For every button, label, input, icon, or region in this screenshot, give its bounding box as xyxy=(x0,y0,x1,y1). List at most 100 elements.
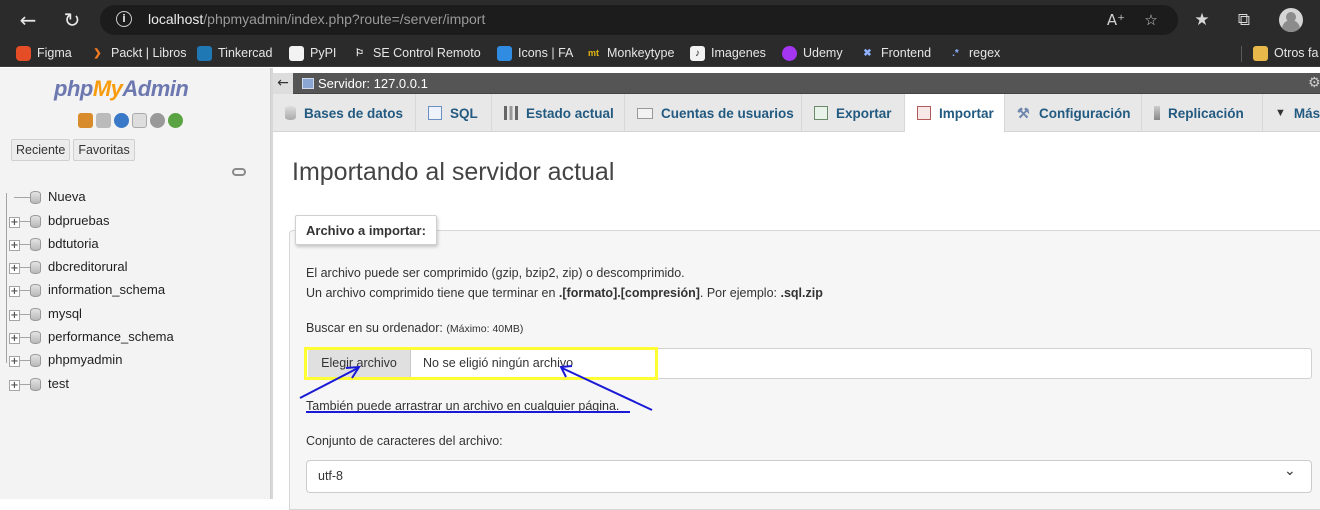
new-database-icon xyxy=(30,191,41,204)
udemy-icon xyxy=(782,45,797,61)
back-arrow-icon[interactable]: ← xyxy=(16,8,40,32)
pypi-icon xyxy=(289,45,304,61)
add-favorite-icon[interactable]: ☆ xyxy=(1140,10,1162,30)
highlight-box xyxy=(304,347,658,380)
wrench-icon: ⚒ xyxy=(1017,105,1030,121)
server-icon xyxy=(302,78,314,89)
expand-icon[interactable]: + xyxy=(9,355,20,367)
settings-gear-icon[interactable] xyxy=(150,113,165,128)
link-chain-icon[interactable] xyxy=(232,168,246,176)
compression-info: El archivo puede ser comprimido (gzip, b… xyxy=(306,266,685,280)
url-text[interactable]: localhost/phpmyadmin/index.php?route=/se… xyxy=(148,11,485,27)
bookmark-packt[interactable]: ❯ Packt | Libros xyxy=(90,44,186,62)
figma-icon xyxy=(16,45,31,61)
bookmark-pypi[interactable]: PyPI xyxy=(289,44,336,62)
monkeytype-icon: mt xyxy=(588,47,599,58)
max-size-note: (Máximo: 40MB) xyxy=(446,323,524,335)
expand-icon[interactable]: + xyxy=(9,285,20,297)
regex-icon: .* xyxy=(952,47,959,59)
refresh-icon[interactable] xyxy=(168,113,183,128)
tinkercad-icon xyxy=(197,45,212,61)
server-tabs: Bases de datos SQL Estado actual Cuentas… xyxy=(273,94,1320,133)
bookmark-udemy[interactable]: Udemy xyxy=(782,44,843,62)
home-icon[interactable] xyxy=(78,113,93,128)
collapse-nav-icon[interactable]: ← xyxy=(273,73,293,94)
charset-select[interactable] xyxy=(306,460,1312,493)
database-icon xyxy=(30,308,41,321)
profile-avatar[interactable] xyxy=(1279,8,1303,32)
favorites-button[interactable]: Favoritas xyxy=(73,139,135,161)
server-breadcrumb[interactable]: Servidor: 127.0.0.1 xyxy=(302,76,428,91)
bookmark-monkeytype[interactable]: mt Monkeytype xyxy=(586,44,674,62)
browse-label: Buscar en su ordenador: (Máximo: 40MB) xyxy=(306,321,524,335)
bookmark-se-control[interactable]: ⚐ SE Control Remoto xyxy=(352,44,481,62)
server-breadcrumb-bar xyxy=(273,73,1320,94)
tab-sql[interactable]: SQL xyxy=(416,94,492,132)
bookmark-tinkercad[interactable]: Tinkercad xyxy=(197,44,272,62)
database-icon xyxy=(30,378,41,391)
bookmark-imagenes[interactable]: ♪ Imagenes xyxy=(690,44,766,62)
tab-replication[interactable]: Replicación xyxy=(1142,94,1263,132)
docs-icon[interactable] xyxy=(132,113,147,128)
page-title: Importando al servidor actual xyxy=(292,158,615,186)
recent-button[interactable]: Reciente xyxy=(11,139,71,161)
fieldset-legend: Archivo a importar: xyxy=(295,215,437,245)
phpmyadmin-logo[interactable]: phpMyAdmin xyxy=(54,76,189,102)
page-settings-icon[interactable]: ⚙ xyxy=(1308,75,1320,91)
charset-label: Conjunto de caracteres del archivo: xyxy=(306,434,503,448)
drag-drop-hint: También puede arrastrar un archivo en cu… xyxy=(306,399,620,413)
bookmark-frontend[interactable]: ✖ Frontend xyxy=(860,44,931,62)
expand-icon[interactable]: + xyxy=(9,309,20,321)
tab-user-accounts[interactable]: Cuentas de usuarios xyxy=(625,94,802,132)
bookmarks-bar: Figma ❯ Packt | Libros Tinkercad PyPI ⚐ SE… xyxy=(0,40,1320,67)
tab-status[interactable]: Estado actual xyxy=(492,94,625,132)
sql-icon xyxy=(428,106,442,120)
help-icon[interactable] xyxy=(114,113,129,128)
info-icon[interactable]: i xyxy=(116,11,132,27)
chevron-down-icon: ⌄ xyxy=(1284,463,1296,479)
nav-resizer[interactable] xyxy=(271,68,273,499)
bookmark-figma[interactable]: Figma xyxy=(16,44,72,62)
database-icon xyxy=(30,354,41,367)
export-icon xyxy=(814,106,828,120)
pma-navigation: phpMyAdmin Reciente Favoritas Nueva + bdp… xyxy=(0,68,271,499)
expand-icon[interactable]: + xyxy=(9,332,20,344)
favorites-icon[interactable]: ★ xyxy=(1190,9,1214,31)
expand-icon[interactable]: + xyxy=(9,239,20,251)
expand-icon[interactable]: + xyxy=(9,262,20,274)
import-icon xyxy=(917,106,931,120)
database-icon xyxy=(30,215,41,228)
replication-icon xyxy=(1154,106,1160,120)
address-bar[interactable]: i localhost/phpmyadmin/index.php?route=/… xyxy=(100,5,1178,35)
expand-icon[interactable]: + xyxy=(9,379,20,391)
database-icon xyxy=(30,331,41,344)
nav-quick-icons xyxy=(78,113,183,128)
packt-icon: ❯ xyxy=(93,47,102,59)
browser-toolbar: ← ↻ i localhost/phpmyadmin/index.php?rou… xyxy=(0,0,1320,40)
read-aloud-icon[interactable]: A⁺ xyxy=(1105,10,1127,30)
tab-databases[interactable]: Bases de datos xyxy=(273,94,416,132)
tree-line xyxy=(6,193,7,363)
tab-settings[interactable]: ⚒ Configuración xyxy=(1005,94,1142,132)
compression-example: Un archivo comprimido tiene que terminar… xyxy=(306,286,823,300)
collections-icon[interactable]: ⧉ xyxy=(1232,9,1256,31)
logout-icon[interactable] xyxy=(96,113,111,128)
images-icon: ♪ xyxy=(690,45,705,61)
database-icon xyxy=(30,284,41,297)
tab-more[interactable]: ▼ Más xyxy=(1263,94,1320,132)
users-icon xyxy=(637,107,653,119)
expand-icon[interactable]: + xyxy=(9,216,20,228)
se-icon: ⚐ xyxy=(355,47,364,59)
database-icon xyxy=(285,106,296,120)
bookmark-regex[interactable]: .* regex xyxy=(948,44,1000,62)
status-icon xyxy=(504,106,518,120)
tab-export[interactable]: Exportar xyxy=(802,94,905,132)
bookmarks-separator xyxy=(1241,46,1242,62)
bookmark-other-folder[interactable]: Otros fa xyxy=(1253,44,1318,62)
database-icon xyxy=(30,261,41,274)
reload-icon[interactable]: ↻ xyxy=(60,8,84,32)
database-icon xyxy=(30,238,41,251)
bookmark-icons-fa[interactable]: Icons | FA xyxy=(497,44,573,62)
chevron-down-icon: ▼ xyxy=(1275,107,1286,119)
tab-import[interactable]: Importar xyxy=(905,94,1005,133)
